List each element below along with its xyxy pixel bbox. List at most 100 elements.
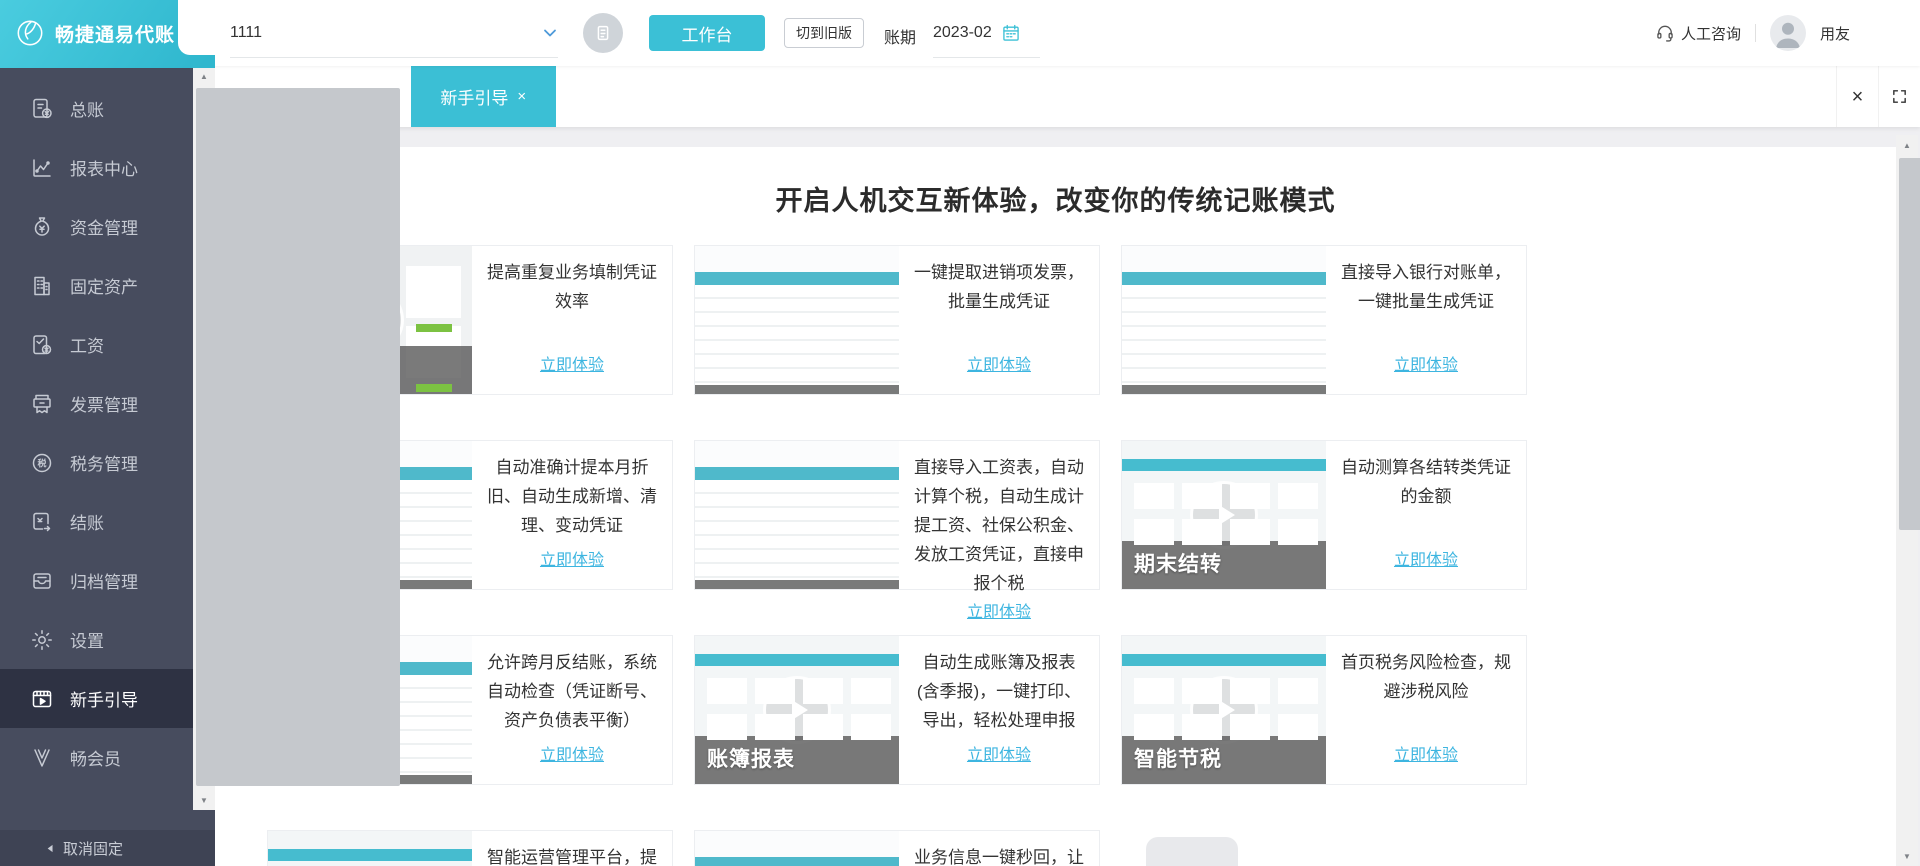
experience-link[interactable]: 立即体验 [540, 351, 604, 375]
period-picker[interactable]: 2023-02 [933, 8, 1040, 58]
close-icon: × [1851, 85, 1864, 108]
support-link[interactable]: 人工咨询 [1655, 23, 1741, 44]
card-description: 业务信息一键秒回，让客 [914, 848, 1084, 866]
video-thumbnail[interactable]: 日记账 [1122, 246, 1326, 394]
tab-close-icon[interactable]: × [517, 88, 526, 105]
experience-link[interactable]: 立即体验 [967, 741, 1031, 765]
experience-link[interactable]: 立即体验 [540, 546, 604, 570]
sidebar-item-label: 总账 [70, 101, 104, 120]
sidebar-item-设置[interactable]: 设置 [0, 610, 215, 669]
funds-icon [30, 215, 54, 239]
experience-link[interactable]: 立即体验 [967, 598, 1031, 622]
workbench-button[interactable]: 工作台 [649, 15, 765, 51]
period-value: 2023-02 [933, 23, 992, 41]
experience-link[interactable]: 立即体验 [1394, 351, 1458, 375]
sidebar-item-发票管理[interactable]: 发票管理 [0, 374, 215, 433]
sidebar-item-资金管理[interactable]: 资金管理 [0, 197, 215, 256]
sidebar-menu: 总账 报表中心 资金管理 固定资产 工资 发票管理 税 税务管理 结账 归档管理… [0, 66, 215, 787]
sidebar-item-报表中心[interactable]: 报表中心 [0, 138, 215, 197]
close-all-tabs-button[interactable]: × [1836, 66, 1878, 127]
scroll-up-arrow-icon[interactable]: ▲ [1896, 135, 1918, 155]
card-title-overlay: 智能节税 [1122, 736, 1326, 784]
payroll-icon [30, 333, 54, 357]
ledger-icon [30, 97, 54, 121]
collapse-left-icon [47, 844, 53, 852]
video-thumbnail[interactable]: 智能节税 [1122, 636, 1326, 784]
sidebar-item-畅会员[interactable]: 畅会员 [0, 728, 215, 787]
guide-card-日记账: 日记账 直接导入银行对账单，一键批量生成凭证 立即体验 [1121, 245, 1527, 395]
chevron-down-icon [544, 29, 556, 36]
sidebar-item-固定资产[interactable]: 固定资产 [0, 256, 215, 315]
guide-card-期末结转: 期末结转 自动测算各结转类凭证的金额 立即体验 [1121, 440, 1527, 590]
experience-link[interactable]: 立即体验 [1394, 546, 1458, 570]
card-description-panel: 一键提取进销项发票，批量生成凭证 立即体验 [899, 246, 1099, 394]
video-thumbnail[interactable]: 账簿报表 [695, 636, 899, 784]
sidebar-item-归档管理[interactable]: 归档管理 [0, 551, 215, 610]
archive-icon [30, 569, 54, 593]
play-icon[interactable] [763, 286, 831, 354]
fullscreen-button[interactable] [1878, 66, 1920, 127]
experience-link[interactable]: 立即体验 [1394, 741, 1458, 765]
card-description-panel: 提高重复业务填制凭证效率 立即体验 [472, 246, 672, 394]
sidebar-item-结账[interactable]: 结账 [0, 492, 215, 551]
user-name[interactable]: 用友 [1820, 23, 1850, 44]
tax-icon: 税 [30, 451, 54, 475]
video-thumbnail[interactable] [695, 831, 899, 866]
play-icon[interactable] [1190, 676, 1258, 744]
sidebar-item-label: 税务管理 [70, 455, 138, 474]
video-thumbnail[interactable]: 发票管理 [695, 246, 899, 394]
card-title-overlay: 日记账 [1122, 346, 1326, 394]
account-select-value: 1111 [230, 23, 263, 41]
closing-icon [30, 510, 54, 534]
card-description-panel: 自动准确计提本月折旧、自动生成新增、清理、变动凭证 立即体验 [472, 441, 672, 589]
sidebar-item-新手引导[interactable]: 新手引导 [0, 669, 215, 728]
sidebar-item-总账[interactable]: 总账 [0, 79, 215, 138]
card-description-panel: 允许跨月反结账，系统自动检查（凭证断号、资产负债表平衡） 立即体验 [472, 636, 672, 784]
sidebar-item-工资[interactable]: 工资 [0, 315, 215, 374]
brand-name: 畅捷通易代账 [55, 24, 176, 46]
card-description: 自动生成账簿及报表(含季报)，一键打印、导出，轻松处理申报 [916, 653, 1082, 730]
account-select[interactable]: 1111 [230, 8, 558, 58]
experience-link[interactable]: 立即体验 [540, 741, 604, 765]
play-icon[interactable] [1190, 286, 1258, 354]
play-icon[interactable] [763, 481, 831, 549]
card-title-overlay: 期末结转 [1122, 541, 1326, 589]
report-center-icon [30, 156, 54, 180]
avatar[interactable] [1769, 15, 1806, 51]
scroll-down-arrow-icon[interactable]: ▼ [193, 790, 215, 810]
sidebar-scrollbar[interactable]: ▲ ▼ [193, 66, 400, 810]
video-thumbnail[interactable]: 工资 [695, 441, 899, 589]
video-thumbnail[interactable]: 期末结转 [1122, 441, 1326, 589]
content-scrollbar[interactable]: ▲ ▼ [1896, 135, 1920, 866]
sidebar-item-label: 设置 [70, 632, 104, 651]
play-icon[interactable] [763, 676, 831, 744]
sidebar-item-label: 归档管理 [70, 573, 138, 592]
brand: 畅捷通易代账 [12, 0, 175, 66]
notes-clipboard-icon[interactable] [583, 13, 623, 53]
card-description-panel: 智能运营管理平台，提升 [472, 831, 672, 866]
card-description-panel: 自动生成账簿及报表(含季报)，一键打印、导出，轻松处理申报 立即体验 [899, 636, 1099, 784]
app-window: 1111 工作台 切到旧版 账期 2023-02 人工咨询 用友 畅捷通易代账 … [0, 0, 1920, 866]
tab-label: 新手引导 [440, 89, 509, 108]
sidebar-scrollbar-thumb[interactable] [196, 88, 400, 786]
settings-icon [30, 628, 54, 652]
content-scrollbar-thumb[interactable] [1899, 158, 1920, 530]
unpin-label: 取消固定 [63, 840, 124, 858]
card-description: 直接导入银行对账单，一键批量生成凭证 [1341, 263, 1511, 311]
scroll-up-arrow-icon[interactable]: ▲ [193, 66, 215, 86]
tab-新手引导[interactable]: 新手引导 × [410, 66, 556, 127]
sidebar-item-label: 报表中心 [70, 160, 138, 179]
sidebar-item-税务管理[interactable]: 税 税务管理 [0, 433, 215, 492]
card-description-panel: 首页税务风险检查，规避涉税风险 立即体验 [1326, 636, 1526, 784]
guide-card: 智能运营管理平台，提升 [267, 830, 673, 866]
member-icon [30, 746, 54, 770]
scroll-down-arrow-icon[interactable]: ▼ [1896, 846, 1918, 866]
video-thumbnail[interactable] [268, 831, 472, 866]
switch-old-version-button[interactable]: 切到旧版 [784, 18, 864, 48]
guide-card-grid: 凭证模板 提高重复业务填制凭证效率 立即体验 发票管理 一键提取进销项发票，批量… [267, 245, 1527, 866]
experience-link[interactable]: 立即体验 [967, 351, 1031, 375]
play-icon[interactable] [1190, 481, 1258, 549]
card-title-overlay: 账簿报表 [695, 736, 899, 784]
unpin-button[interactable]: 取消固定 [0, 830, 215, 866]
calendar-icon[interactable] [1001, 23, 1021, 43]
